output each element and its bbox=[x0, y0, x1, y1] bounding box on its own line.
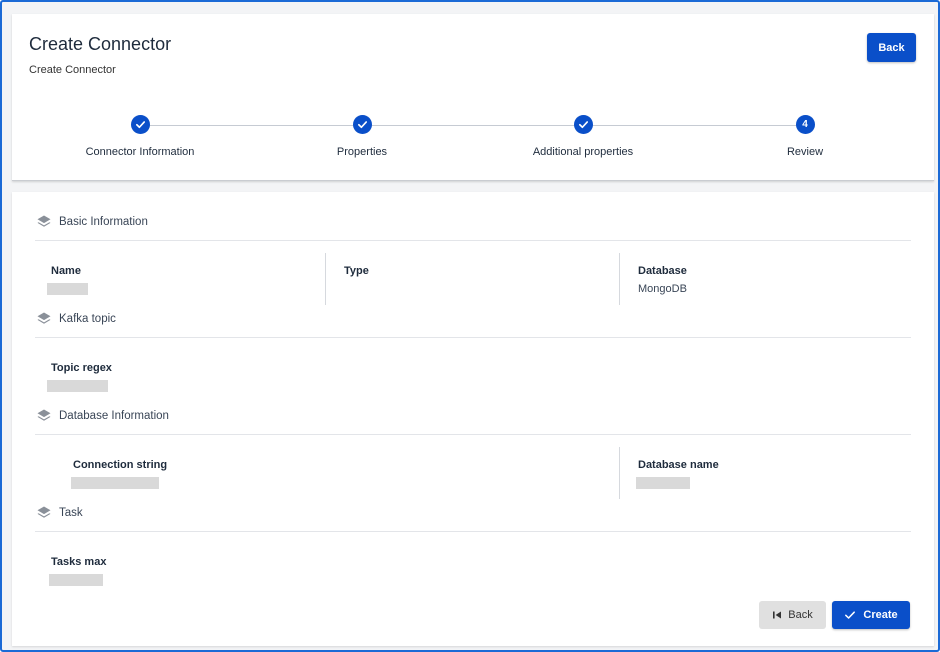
back-button-label: Back bbox=[788, 609, 813, 621]
step-label: Properties bbox=[336, 146, 388, 158]
layers-icon bbox=[37, 506, 51, 518]
step-label: Review bbox=[786, 146, 824, 158]
field-tasks-max: Tasks max bbox=[49, 556, 311, 586]
step-label: Connector Information bbox=[85, 146, 195, 158]
check-icon bbox=[845, 611, 856, 619]
redacted-value bbox=[49, 574, 103, 586]
field-label: Tasks max bbox=[51, 556, 107, 568]
column-divider bbox=[619, 253, 620, 305]
step-review[interactable]: 4 Review bbox=[705, 115, 905, 158]
skip-previous-icon bbox=[773, 611, 782, 619]
field-label: Database name bbox=[638, 459, 719, 471]
column-divider bbox=[619, 447, 620, 499]
back-button[interactable]: Back bbox=[759, 601, 826, 629]
back-button-top[interactable]: Back bbox=[867, 33, 916, 62]
field-value: MongoDB bbox=[638, 283, 687, 295]
field-topic-regex: Topic regex bbox=[47, 362, 311, 392]
section-basic-information: Basic Information bbox=[35, 214, 911, 241]
field-label: Connection string bbox=[73, 459, 168, 471]
step-complete-check-icon bbox=[352, 115, 372, 134]
section-title: Database Information bbox=[59, 410, 169, 422]
page-title: Create Connector bbox=[29, 34, 172, 54]
field-label: Name bbox=[51, 265, 81, 277]
step-connector-information[interactable]: Connector Information bbox=[40, 115, 240, 158]
redacted-value bbox=[47, 380, 108, 392]
step-complete-check-icon bbox=[573, 115, 593, 134]
step-complete-check-icon bbox=[130, 115, 150, 134]
field-connection-string: Connection string bbox=[71, 459, 333, 489]
app-window: Create Connector Create Connector Back C… bbox=[0, 0, 940, 652]
field-label: Topic regex bbox=[51, 362, 112, 374]
layers-icon bbox=[37, 409, 51, 421]
layers-icon bbox=[37, 312, 51, 324]
field-database-name: Database name bbox=[636, 459, 898, 489]
field-name: Name bbox=[47, 265, 311, 295]
field-database: Database MongoDB bbox=[638, 265, 898, 295]
section-title: Task bbox=[59, 507, 83, 519]
section-kafka-topic: Kafka topic bbox=[35, 311, 911, 338]
field-type: Type bbox=[344, 265, 604, 283]
page-subtitle: Create Connector bbox=[29, 64, 116, 76]
create-button-label: Create bbox=[863, 609, 898, 621]
redacted-value bbox=[71, 477, 159, 489]
step-label: Additional properties bbox=[532, 146, 634, 158]
field-label: Database bbox=[638, 265, 687, 277]
field-label: Type bbox=[344, 265, 369, 277]
header-card: Create Connector Create Connector Back C… bbox=[12, 14, 934, 181]
section-database-information: Database Information bbox=[35, 408, 911, 435]
create-button[interactable]: Create bbox=[832, 601, 910, 629]
section-title: Kafka topic bbox=[59, 313, 116, 325]
section-title: Basic Information bbox=[59, 216, 148, 228]
step-additional-properties[interactable]: Additional properties bbox=[483, 115, 683, 158]
redacted-value bbox=[636, 477, 690, 489]
step-properties[interactable]: Properties bbox=[262, 115, 462, 158]
review-card: Basic Information Name Type Database Mon… bbox=[12, 192, 934, 646]
redacted-value bbox=[47, 283, 88, 295]
section-task: Task bbox=[35, 505, 911, 532]
step-number: 4 bbox=[795, 115, 815, 134]
layers-icon bbox=[37, 215, 51, 227]
column-divider bbox=[325, 253, 326, 305]
